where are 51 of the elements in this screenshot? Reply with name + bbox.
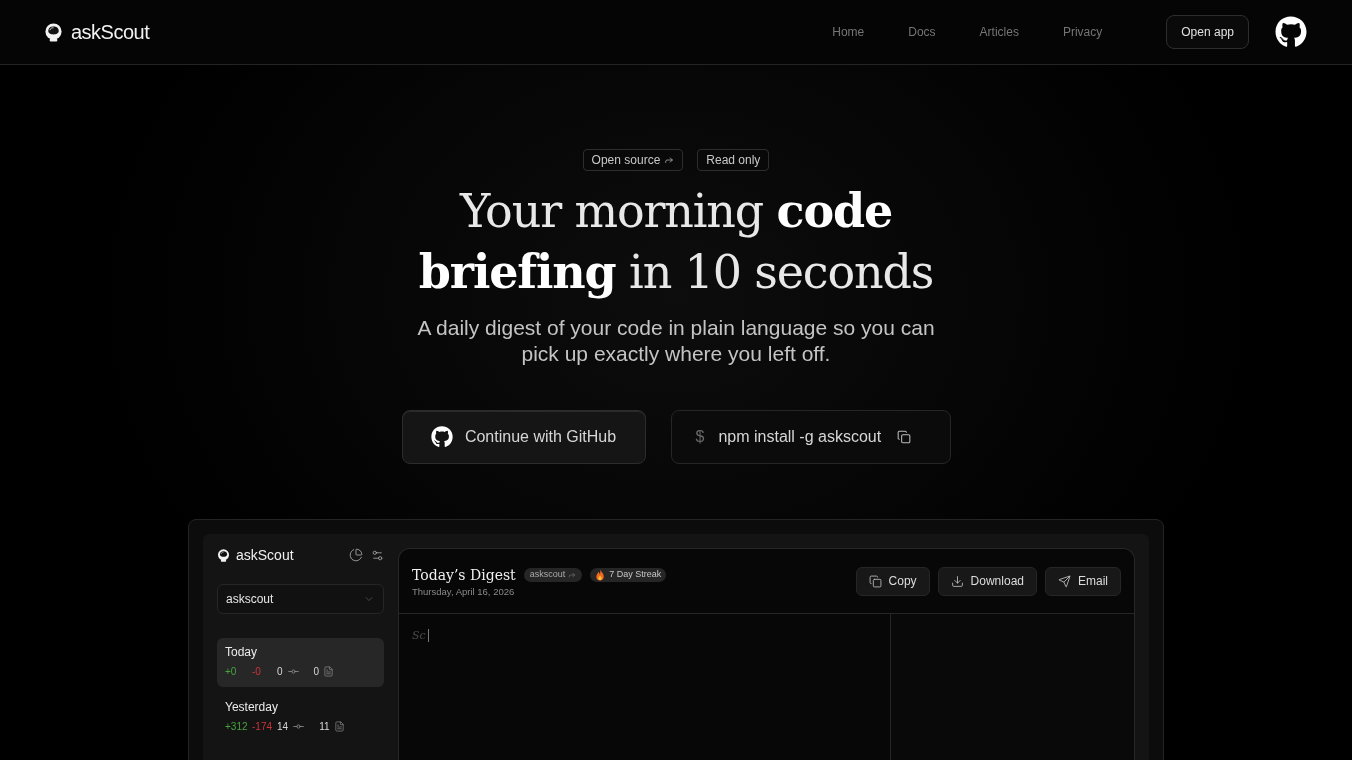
digest-title: Today’s Digest	[412, 565, 516, 585]
send-icon	[1058, 574, 1071, 588]
additions-count: +312	[225, 720, 249, 733]
brand-name: askScout	[71, 20, 150, 45]
repo-select[interactable]: askscout	[217, 584, 384, 614]
deletions-count: -174	[252, 720, 273, 733]
file-count: 0	[313, 665, 320, 678]
tag: Read only	[697, 149, 770, 171]
brand-name: askScout	[236, 545, 294, 565]
helmet-logo-icon	[44, 22, 63, 42]
helmet-logo-icon	[217, 548, 230, 562]
file-icon	[323, 666, 335, 677]
streak-tag: 7 Day Streak	[590, 568, 667, 582]
day-item[interactable]: Yesterday +312 -174 14 11	[217, 693, 384, 742]
nav-link[interactable]: Privacy	[1062, 23, 1103, 41]
commit-count: 0	[277, 665, 283, 678]
nav-link[interactable]: Home	[832, 23, 865, 41]
settings-icon[interactable]	[371, 548, 384, 562]
deletions-count: -0	[252, 665, 262, 678]
github-login-button[interactable]: Continue with GitHub	[401, 410, 646, 464]
forward-arrow-icon	[568, 571, 577, 579]
commit-count: 14	[277, 720, 289, 733]
open-source-link[interactable]: Open source	[582, 149, 684, 171]
action-button[interactable]: Download	[937, 566, 1037, 596]
nav-link[interactable]: Articles	[979, 23, 1019, 41]
subtitle: A daily digest of your code in plain language so you can pick up exactly where you left off.	[416, 315, 936, 367]
day-label: Today	[225, 645, 259, 660]
file-icon	[333, 721, 345, 732]
open-app-button[interactable]: Open app	[1166, 15, 1249, 49]
action-button[interactable]: Email	[1045, 566, 1121, 596]
pie-chart-icon[interactable]	[349, 548, 363, 562]
github-icon	[430, 426, 453, 448]
typed-text: Sc	[412, 628, 426, 644]
additions-count: +0	[225, 665, 238, 678]
day-item[interactable]: Today +0 -0 0 0	[217, 638, 384, 687]
action-button[interactable]: Copy	[855, 566, 930, 596]
copy-icon	[868, 574, 882, 588]
install-command: npm install -g askscout	[718, 427, 882, 447]
github-icon[interactable]	[1275, 16, 1307, 48]
digest-date: Thursday, April 16, 2026	[412, 585, 516, 598]
day-label: Yesterday	[225, 700, 279, 715]
file-count: 11	[319, 720, 330, 733]
prompt-symbol: $	[695, 427, 705, 447]
download-icon	[950, 574, 964, 588]
flame-icon	[595, 569, 606, 581]
repo-tag[interactable]: askscout	[523, 568, 583, 582]
forward-arrow-icon	[664, 155, 675, 165]
copy-icon[interactable]	[897, 430, 912, 444]
headline: Your morning code briefing in 10 seconds	[417, 183, 935, 301]
text-cursor-icon	[427, 629, 429, 642]
nav-link[interactable]: Docs	[908, 23, 936, 41]
